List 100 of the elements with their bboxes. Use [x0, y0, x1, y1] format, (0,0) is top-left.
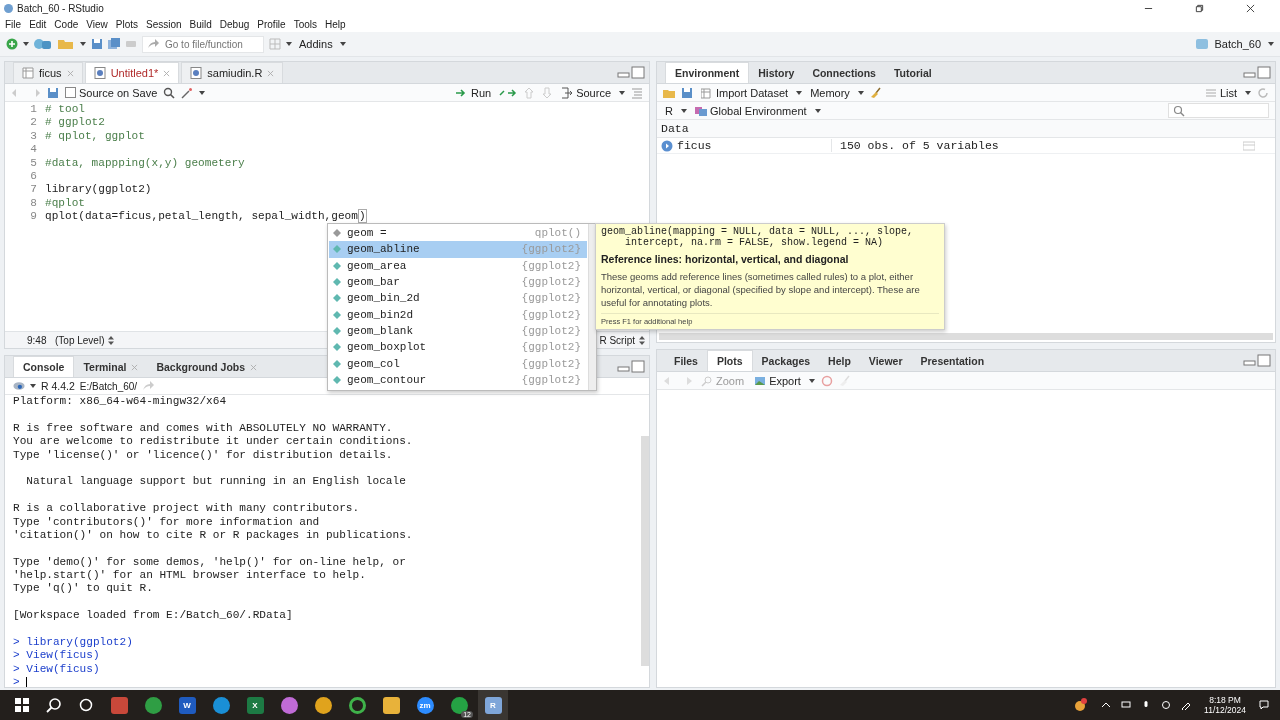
notifications-icon[interactable]	[1259, 700, 1269, 710]
completion-item[interactable]: geom_abline {ggplot2}	[329, 241, 587, 258]
completion-item[interactable]: geom_area {ggplot2}	[329, 257, 587, 274]
chevron-up-icon[interactable]	[1101, 700, 1112, 710]
editor-tab[interactable]: Untitled1*	[84, 62, 180, 83]
caret-icon[interactable]	[796, 90, 803, 95]
caret-icon[interactable]	[1245, 90, 1251, 95]
scope-selector[interactable]: (Top Level)	[55, 334, 105, 346]
caret-icon[interactable]	[814, 108, 821, 113]
memory-button[interactable]: Memory	[808, 85, 852, 100]
console-prompt[interactable]: >	[13, 676, 28, 687]
variable-name[interactable]: ficus	[677, 139, 832, 152]
project-button[interactable]: Batch_60	[1212, 37, 1263, 51]
files-tab[interactable]: Files	[665, 351, 707, 371]
search-field[interactable]	[1168, 103, 1269, 118]
console-tab[interactable]: Terminal	[74, 357, 148, 377]
camera-icon[interactable]	[1161, 700, 1172, 710]
rerun-icon[interactable]	[499, 86, 518, 99]
restore-icon[interactable]	[1195, 3, 1204, 13]
completion-item[interactable]: geom_bin2d {ggplot2}	[329, 306, 587, 323]
editor-tab[interactable]: samiudin.R	[181, 62, 284, 83]
editor-tab[interactable]: ficus	[13, 62, 83, 83]
caret-icon[interactable]	[339, 42, 346, 46]
scrollbar[interactable]	[641, 436, 649, 666]
save-icon[interactable]	[681, 86, 693, 99]
console-tab[interactable]: Background Jobs	[147, 357, 267, 377]
menu-item[interactable]: Build	[189, 18, 212, 30]
clock-time[interactable]: 8:18 PM	[1209, 695, 1241, 705]
caret-icon[interactable]	[680, 108, 687, 113]
source-button[interactable]: Source	[559, 85, 613, 100]
minimize-pane-icon[interactable]	[1243, 353, 1271, 368]
broom-icon[interactable]	[869, 86, 882, 99]
magic-wand-icon[interactable]	[181, 86, 194, 99]
environment-selector[interactable]: Global Environment	[692, 103, 809, 118]
completion-item[interactable]: geom_col {ggplot2}	[329, 355, 587, 372]
files-tab[interactable]: Packages	[752, 351, 820, 371]
environment-tab[interactable]: Connections	[803, 63, 885, 83]
clock-date[interactable]: 11/12/2024	[1204, 705, 1246, 715]
scrollbar[interactable]	[659, 333, 1273, 340]
scrollbar[interactable]	[588, 224, 596, 390]
minimize-pane-icon[interactable]	[617, 359, 645, 374]
up-down-arrows-icon[interactable]	[639, 335, 645, 345]
caret-icon[interactable]	[30, 384, 36, 388]
caret-icon[interactable]	[857, 90, 864, 95]
completion-item[interactable]: geom = qplot()	[329, 225, 587, 242]
environment-tab[interactable]: Tutorial	[884, 63, 941, 83]
menu-item[interactable]: File	[5, 18, 22, 30]
files-tab[interactable]: Plots	[706, 350, 753, 371]
caret-icon[interactable]	[619, 90, 625, 95]
file-type-selector[interactable]: R Script	[599, 334, 635, 346]
environment-tab[interactable]: History	[749, 63, 804, 83]
files-tab[interactable]: Viewer	[859, 351, 912, 371]
completion-item[interactable]: geom_contour {ggplot2}	[329, 371, 587, 388]
completion-item[interactable]: geom_bin_2d {ggplot2}	[329, 290, 587, 307]
menu-item[interactable]: Tools	[293, 18, 317, 30]
project-icon[interactable]	[34, 38, 52, 50]
caret-icon[interactable]	[80, 42, 86, 46]
addins-button[interactable]: Addins	[297, 37, 335, 51]
taskbar-app[interactable]: X	[240, 690, 270, 720]
delete-icon[interactable]	[820, 374, 833, 387]
completion-item[interactable]: geom_blank {ggplot2}	[329, 322, 587, 340]
up-down-arrows-icon[interactable]	[108, 335, 115, 345]
minimize-pane-icon[interactable]	[1243, 65, 1271, 80]
caret-icon[interactable]	[23, 42, 29, 46]
caret-icon[interactable]	[286, 42, 292, 46]
completion-item[interactable]: geom_bar {ggplot2}	[329, 273, 587, 291]
go-to-file-field[interactable]: Go to file/function	[142, 35, 264, 53]
import-dataset-button[interactable]: Import Dataset	[699, 85, 791, 100]
menu-item[interactable]: Profile	[257, 18, 286, 30]
files-tab[interactable]: Presentation	[911, 351, 994, 371]
completion-item[interactable]: geom_boxplot {ggplot2}	[329, 339, 587, 356]
run-button[interactable]: Run	[453, 85, 494, 100]
task-view-icon[interactable]	[78, 697, 94, 713]
go-to-file-input[interactable]: Go to file/function	[163, 37, 263, 51]
environment-tab[interactable]: Environment	[665, 62, 750, 83]
save-icon[interactable]	[47, 86, 59, 99]
menu-item[interactable]: Edit	[29, 18, 47, 30]
files-tab[interactable]: Help	[819, 351, 860, 371]
menu-item[interactable]: Debug	[219, 18, 250, 30]
expand-icon[interactable]	[661, 139, 673, 152]
caret-icon[interactable]	[808, 378, 815, 383]
menu-item[interactable]: Session	[146, 18, 182, 30]
plus-icon[interactable]	[6, 38, 18, 50]
export-button[interactable]: Export	[752, 373, 803, 388]
search-icon[interactable]	[163, 86, 176, 99]
search-icon[interactable]	[46, 697, 62, 713]
menu-item[interactable]: Code	[54, 18, 79, 30]
minimize-pane-icon[interactable]	[617, 65, 645, 80]
console-tab[interactable]: Console	[13, 356, 75, 377]
network-icon[interactable]	[1121, 700, 1132, 710]
close-icon[interactable]	[1246, 3, 1255, 13]
taskbar-app[interactable]: W	[172, 690, 202, 720]
caret-icon[interactable]	[199, 90, 206, 95]
pen-icon[interactable]	[1181, 700, 1192, 710]
menu-item[interactable]: Help	[325, 18, 346, 30]
caret-icon[interactable]	[1268, 42, 1274, 46]
save-icon[interactable]	[91, 38, 103, 50]
windows-icon[interactable]	[14, 697, 30, 713]
checkbox[interactable]	[65, 87, 76, 98]
menu-item[interactable]: Plots	[115, 18, 138, 30]
